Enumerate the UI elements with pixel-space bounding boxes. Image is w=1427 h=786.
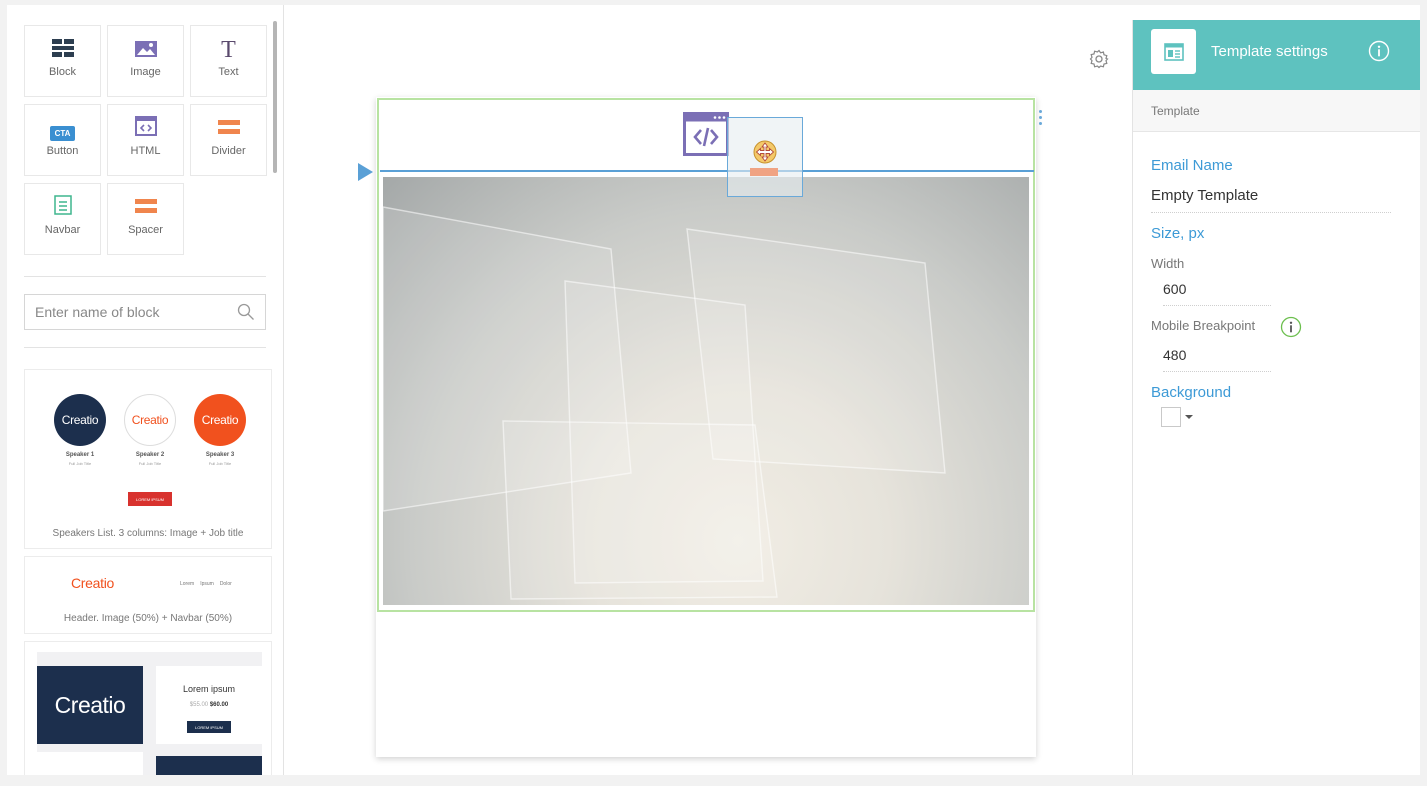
product-heading: Lorem ipsum	[182, 684, 236, 694]
product-info: Lorem ipsum $55.00 $60.00 LOREM IPSUM	[156, 666, 262, 744]
template-card-header[interactable]: Creatio Lorem Ipsum Dolor Header. Image …	[24, 556, 272, 634]
speaker-logo: Creatio	[124, 394, 176, 446]
email-canvas	[284, 5, 1132, 775]
html-icon	[134, 116, 157, 141]
nav-item: Ipsum	[200, 581, 214, 587]
speaker-job-title: Full Job Title	[138, 461, 162, 466]
divider-preview-bar	[750, 168, 778, 176]
speaker-logo: Creatio	[54, 394, 106, 446]
section-label: Template	[1151, 104, 1200, 118]
product-preview-cell	[37, 752, 143, 775]
speaker-job-title: Full Job Title	[68, 461, 92, 466]
template-section-header: Template	[1133, 90, 1420, 132]
drop-indicator-line	[380, 170, 1034, 172]
speaker-name: Speaker 3	[205, 452, 235, 458]
product-preview: Creatio Lorem ipsum $55.00 $60.00 LOREM …	[37, 652, 262, 775]
product-preview-cell	[156, 756, 262, 775]
block-tile-label: Block	[49, 66, 76, 78]
block-tile-label: HTML	[130, 145, 161, 157]
block-drag-handle[interactable]	[1039, 110, 1042, 128]
divider-line	[24, 276, 266, 277]
block-tile-spacer[interactable]: Spacer	[107, 183, 184, 255]
library-scrollbar[interactable]	[273, 21, 277, 173]
speaker-item: Creatio Speaker 3 Full Job Title	[190, 394, 250, 466]
drop-indicator-arrow	[358, 163, 373, 181]
breakpoint-label: Mobile Breakpoint	[1151, 318, 1256, 333]
hero-image[interactable]	[383, 177, 1029, 605]
block-tile-label: Image	[130, 66, 161, 78]
template-card-title: Header. Image (50%) + Navbar (50%)	[63, 613, 233, 624]
block-tile-label: Divider	[211, 145, 246, 157]
template-settings-panel: Template settings Template Email Name Em…	[1132, 20, 1420, 775]
block-tile-label: Text	[218, 66, 239, 78]
block-tile-text[interactable]: T Text	[190, 25, 267, 97]
speaker-item: Creatio Speaker 1 Full Job Title	[50, 394, 110, 466]
header-logo: Creatio	[71, 575, 115, 591]
block-search[interactable]	[24, 294, 266, 330]
dragged-divider-block[interactable]	[727, 117, 803, 197]
block-tile-divider[interactable]: Divider	[190, 104, 267, 176]
block-tile-button[interactable]: CTA Button	[24, 104, 101, 176]
product-logo: Creatio	[37, 666, 143, 744]
product-old-price: $55.00	[189, 702, 209, 708]
header-navbar-preview: Lorem Ipsum Dolor	[180, 581, 232, 587]
gear-icon[interactable]	[1089, 49, 1109, 74]
size-label: Size, px	[1151, 225, 1205, 242]
block-search-input[interactable]	[25, 295, 225, 329]
settings-title: Template settings	[1211, 43, 1328, 60]
template-icon	[1151, 29, 1196, 74]
nav-item: Dolor	[219, 581, 232, 587]
product-price: $55.00 $60.00	[156, 702, 262, 708]
info-icon[interactable]	[1368, 40, 1390, 67]
caret-down-icon[interactable]	[1185, 415, 1193, 419]
block-tile-label: Button	[46, 145, 79, 157]
block-tile-navbar[interactable]: Navbar	[24, 183, 101, 255]
speaker-job-title: Full Job Title	[208, 461, 232, 466]
product-cta-preview: LOREM IPSUM	[187, 721, 231, 733]
breakpoint-field[interactable]: 480	[1163, 347, 1271, 372]
move-cursor-icon	[751, 138, 779, 171]
navbar-icon	[53, 195, 72, 220]
block-icon	[51, 39, 74, 62]
html-block-icon	[683, 112, 729, 161]
cta-icon: CTA	[49, 126, 76, 141]
email-name-field[interactable]: Empty Template	[1151, 187, 1391, 213]
nav-item: Lorem	[180, 581, 195, 587]
speaker-name: Speaker 1	[65, 452, 95, 458]
width-field[interactable]: 600	[1163, 281, 1271, 306]
block-library-panel: Block Image T Text CTA Button HTML Divid…	[7, 5, 284, 775]
product-new-price: $60.00	[209, 702, 229, 708]
speaker-logo: Creatio	[194, 394, 246, 446]
spacer-icon	[134, 197, 157, 220]
settings-header: Template settings	[1133, 20, 1420, 90]
template-card-title: Speakers List. 3 columns: Image + Job ti…	[52, 528, 244, 539]
info-icon[interactable]	[1280, 316, 1302, 343]
email-designer: Block Image T Text CTA Button HTML Divid…	[7, 5, 1420, 775]
divider-icon	[217, 118, 240, 141]
hero-glass-shapes	[383, 206, 946, 600]
speaker-item: Creatio Speaker 2 Full Job Title	[120, 394, 180, 466]
speakers-cta-preview: LOREM IPSUM	[128, 492, 172, 506]
block-tile-image[interactable]: Image	[107, 25, 184, 97]
template-card-product[interactable]: Creatio Lorem ipsum $55.00 $60.00 LOREM …	[24, 641, 272, 775]
block-tile-block[interactable]: Block	[24, 25, 101, 97]
image-icon	[134, 41, 157, 62]
block-tile-label: Navbar	[44, 224, 81, 236]
block-tile-label: Spacer	[128, 224, 163, 236]
text-icon: T	[221, 37, 236, 63]
width-label: Width	[1151, 256, 1185, 271]
search-icon[interactable]	[237, 303, 255, 326]
background-color-picker[interactable]	[1161, 407, 1193, 427]
block-tile-html[interactable]: HTML	[107, 104, 184, 176]
speaker-name: Speaker 2	[135, 452, 165, 458]
template-card-speakers[interactable]: Creatio Speaker 1 Full Job Title Creatio…	[24, 369, 272, 549]
background-label: Background	[1151, 384, 1232, 401]
color-swatch[interactable]	[1161, 407, 1181, 427]
divider-line	[24, 347, 266, 348]
email-name-label: Email Name	[1151, 157, 1233, 174]
